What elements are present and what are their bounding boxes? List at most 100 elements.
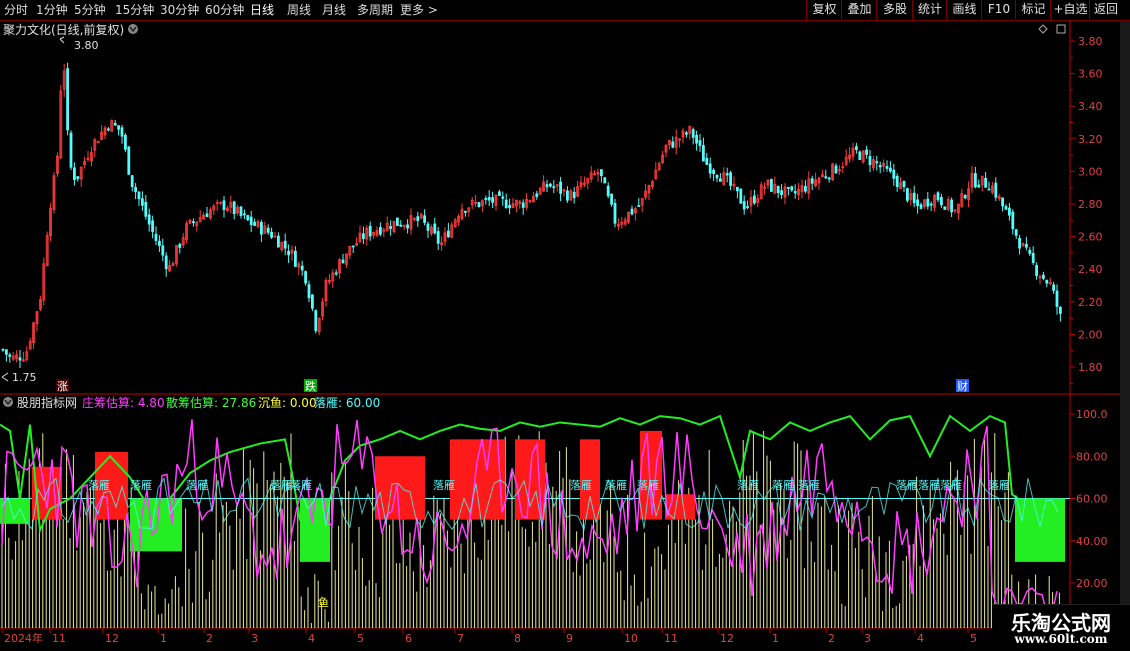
toolbar-button-4[interactable]: 画线 [946,0,982,19]
indicator-value-1: 散筹估算: 27.86 [166,395,256,410]
price-tick-label: 2.20 [1078,296,1103,309]
goose-label: 落雁 [433,479,455,492]
candle-body [232,201,236,214]
tab-period-7[interactable]: 周线 [287,1,311,19]
toolbar-button-8[interactable]: 返回 [1089,0,1122,19]
goose-label: 落雁 [918,479,940,492]
candle-body [140,198,144,206]
title-dropdown-icon[interactable] [128,24,138,34]
candle-body [436,231,440,244]
candle-body [341,259,345,264]
candle-body [157,240,161,246]
candle-body [790,186,794,191]
time-label-11: 9 [566,632,573,645]
candle-body [705,157,709,165]
tab-period-3[interactable]: 15分钟 [115,1,154,19]
toolbar-button-2[interactable]: 多股 [876,0,913,19]
candle-body [892,169,896,179]
tab-period-9[interactable]: 多周期 [357,1,393,19]
candle-body [304,271,308,284]
goose-label: 落雁 [290,479,312,492]
candle-body [824,176,828,179]
candle-body [776,185,780,194]
tab-period-0[interactable]: 分时 [4,1,28,19]
candle-body [446,230,450,238]
maximize-icon[interactable] [1056,24,1066,34]
candle-body [702,145,705,162]
candle-body [926,198,930,207]
tab-period-2[interactable]: 5分钟 [74,1,106,19]
candle-body [566,190,569,201]
tab-period-4[interactable]: 30分钟 [160,1,199,19]
candle-body [130,175,134,187]
toolbar-button-6[interactable]: 标记 [1015,0,1051,19]
indicator-value-3: 落雁: 60.00 [314,396,380,410]
stock-title: 聚力文化(日线,前复权) [3,22,124,37]
toolbar-button-0[interactable]: 复权 [806,0,842,19]
candle-body [426,223,430,231]
time-label-17: 3 [864,632,871,645]
tab-period-10[interactable]: 更多 > [400,1,438,19]
candle-body [1,348,5,351]
fish-label: 鱼 [318,595,329,609]
candle-body [940,197,943,206]
candle-body [491,197,495,203]
candle-body [1052,284,1055,291]
candle-body [504,199,508,209]
goose-label: 落雁 [637,479,659,492]
candle-body [508,205,512,209]
goose-label: 落雁 [186,479,208,492]
diamond-icon[interactable] [1038,24,1048,34]
candle-body [164,255,168,270]
candle-body [113,122,117,126]
candle-body [406,224,410,229]
goose-label: 落雁 [737,479,759,492]
tab-period-5[interactable]: 60分钟 [205,1,244,19]
candle-body [161,245,165,256]
candle-body [287,250,291,256]
toolbar-button-3[interactable]: 统计 [912,0,947,19]
candle-body [1055,290,1059,307]
red-chip-block [375,456,425,520]
candle-body [76,176,80,180]
toolbar-button-5[interactable]: F10 [981,0,1016,19]
ind-tick-label: 100.0 [1076,408,1108,421]
goose-label: 落雁 [88,479,110,492]
low-arrow-icon [1,372,9,382]
candle-body [120,127,124,137]
candle-body [895,175,899,188]
kline-chart: 聚力文化(日线,前复权) 3.80 3.60 3.40 3.20 3.00 2.80 2.60… [0,21,1120,650]
candle-body [477,202,481,208]
tab-period-1[interactable]: 1分钟 [36,1,68,19]
candle-body [906,188,909,201]
candle-body [770,179,773,192]
candle-body [943,206,947,210]
time-label-14: 12 [720,632,734,645]
time-label-7: 5 [357,632,364,645]
candle-body [191,221,195,224]
tab-period-6[interactable]: 日线 [250,1,274,19]
time-label-13: 11 [664,632,678,645]
candle-body [1018,237,1021,249]
price-tick-label: 3.40 [1078,100,1103,113]
candle-body [5,349,8,355]
candle-body [974,173,977,188]
toolbar-button-1[interactable]: 叠加 [841,0,877,19]
goose-label: 落雁 [896,479,918,492]
candle-body [205,213,209,218]
candle-body [521,202,525,208]
candle-body [950,199,953,213]
candle-body [606,185,610,197]
candle-body [423,215,427,223]
green-chip-block [1015,498,1065,562]
candle-body [484,197,488,200]
toolbar-button-7[interactable]: +自选 [1050,0,1090,19]
candle-body [1025,244,1028,248]
candle-body [545,184,549,188]
candle-body [463,210,467,213]
tab-period-8[interactable]: 月线 [322,1,346,19]
side-tab-strip[interactable] [1120,21,1130,641]
indicator-dropdown-icon[interactable] [3,397,13,407]
candle-body [984,177,987,188]
price-tick-label: 3.20 [1078,133,1103,146]
